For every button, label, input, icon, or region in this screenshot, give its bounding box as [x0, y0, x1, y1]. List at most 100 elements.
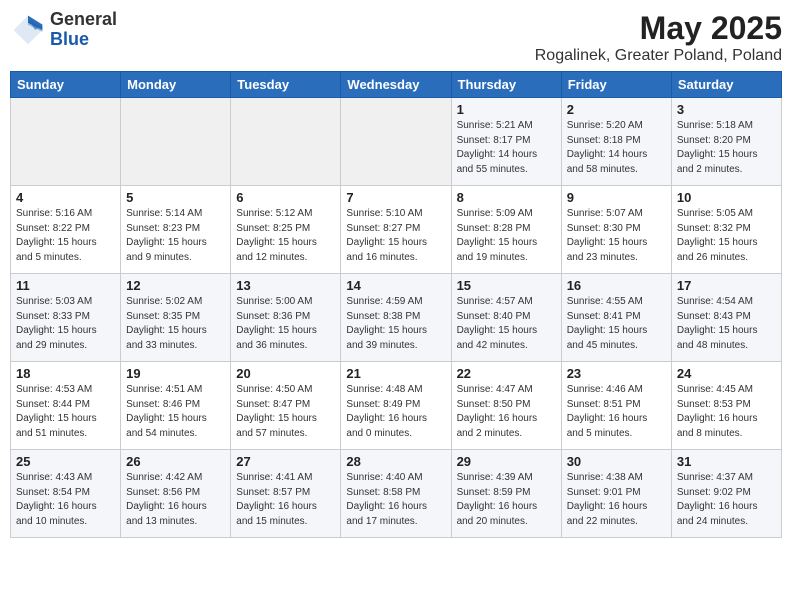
day-number: 21: [346, 366, 445, 381]
day-info: Sunrise: 4:43 AM Sunset: 8:54 PM Dayligh…: [16, 471, 115, 529]
table-row: 11Sunrise: 5:03 AM Sunset: 8:33 PM Dayli…: [11, 274, 121, 362]
col-friday: Friday: [561, 72, 671, 98]
table-row: 25 Sunrise: 4:43 AM Sunset: 8:54 PM Dayli…: [11, 450, 121, 538]
day-info: Sunrise: 4:46 AM Sunset: 8:51 PM Dayligh…: [567, 383, 666, 441]
day-number: 25: [16, 454, 115, 469]
table-row: 18 Sunrise: 4:53 AM Sunset: 8:44 PM Dayli…: [11, 362, 121, 450]
day-info: Sunrise: 4:47 AM Sunset: 8:50 PM Dayligh…: [457, 383, 556, 441]
col-sunday: Sunday: [11, 72, 121, 98]
table-row: 4Sunrise: 5:16 AM Sunset: 8:22 PM Daylig…: [11, 186, 121, 274]
day-info: Sunrise: 5:12 AM Sunset: 8:25 PM Dayligh…: [236, 207, 335, 265]
day-number: 27: [236, 454, 335, 469]
logo-blue: Blue: [50, 30, 117, 50]
day-info: Sunrise: 4:45 AM Sunset: 8:53 PM Dayligh…: [677, 383, 776, 441]
day-info: Sunrise: 4:38 AM Sunset: 9:01 PM Dayligh…: [567, 471, 666, 529]
table-row: 19Sunrise: 4:51 AM Sunset: 8:46 PM Dayli…: [121, 362, 231, 450]
day-info: Sunrise: 4:48 AM Sunset: 8:49 PM Dayligh…: [346, 383, 445, 441]
table-row: 30 Sunrise: 4:38 AM Sunset: 9:01 PM Dayli…: [561, 450, 671, 538]
day-info: Sunrise: 5:16 AM Sunset: 8:22 PM Dayligh…: [16, 207, 115, 265]
day-info: Sunrise: 5:00 AM Sunset: 8:36 PM Dayligh…: [236, 295, 335, 353]
day-info: Sunrise: 5:21 AM Sunset: 8:17 PM Dayligh…: [457, 119, 556, 177]
table-row: 17 Sunrise: 4:54 AM Sunset: 8:43 PM Dayli…: [671, 274, 781, 362]
table-row: 28 Sunrise: 4:40 AM Sunset: 8:58 PM Dayli…: [341, 450, 451, 538]
day-number: 29: [457, 454, 556, 469]
month-year: May 2025: [535, 10, 782, 47]
day-number: 24: [677, 366, 776, 381]
table-row: 26 Sunrise: 4:42 AM Sunset: 8:56 PM Dayli…: [121, 450, 231, 538]
logo-icon: [10, 12, 46, 48]
table-row: 10Sunrise: 5:05 AM Sunset: 8:32 PM Dayli…: [671, 186, 781, 274]
day-info: Sunrise: 4:42 AM Sunset: 8:56 PM Dayligh…: [126, 471, 225, 529]
table-row: 3 Sunrise: 5:18 AM Sunset: 8:20 PM Daylig…: [671, 98, 781, 186]
day-number: 15: [457, 278, 556, 293]
day-info: Sunrise: 4:53 AM Sunset: 8:44 PM Dayligh…: [16, 383, 115, 441]
table-row: 22 Sunrise: 4:47 AM Sunset: 8:50 PM Dayli…: [451, 362, 561, 450]
day-info: Sunrise: 5:07 AM Sunset: 8:30 PM Dayligh…: [567, 207, 666, 265]
day-number: 17: [677, 278, 776, 293]
table-row: 8 Sunrise: 5:09 AM Sunset: 8:28 PM Daylig…: [451, 186, 561, 274]
location: Rogalinek, Greater Poland, Poland: [535, 47, 782, 65]
col-tuesday: Tuesday: [231, 72, 341, 98]
col-thursday: Thursday: [451, 72, 561, 98]
day-number: 13: [236, 278, 335, 293]
table-row: 6 Sunrise: 5:12 AM Sunset: 8:25 PM Daylig…: [231, 186, 341, 274]
day-info: Sunrise: 4:40 AM Sunset: 8:58 PM Dayligh…: [346, 471, 445, 529]
table-row: [11, 98, 121, 186]
day-info: Sunrise: 4:50 AM Sunset: 8:47 PM Dayligh…: [236, 383, 335, 441]
day-info: Sunrise: 4:59 AM Sunset: 8:38 PM Dayligh…: [346, 295, 445, 353]
day-number: 30: [567, 454, 666, 469]
day-number: 22: [457, 366, 556, 381]
table-row: 1 Sunrise: 5:21 AM Sunset: 8:17 PM Daylig…: [451, 98, 561, 186]
day-info: Sunrise: 4:57 AM Sunset: 8:40 PM Dayligh…: [457, 295, 556, 353]
table-row: 7 Sunrise: 5:10 AM Sunset: 8:27 PM Daylig…: [341, 186, 451, 274]
week-row-2: 4Sunrise: 5:16 AM Sunset: 8:22 PM Daylig…: [11, 186, 782, 274]
day-info: Sunrise: 4:37 AM Sunset: 9:02 PM Dayligh…: [677, 471, 776, 529]
table-row: 12 Sunrise: 5:02 AM Sunset: 8:35 PM Dayli…: [121, 274, 231, 362]
table-row: 16 Sunrise: 4:55 AM Sunset: 8:41 PM Dayli…: [561, 274, 671, 362]
table-row: 14 Sunrise: 4:59 AM Sunset: 8:38 PM Dayli…: [341, 274, 451, 362]
table-row: 24 Sunrise: 4:45 AM Sunset: 8:53 PM Dayli…: [671, 362, 781, 450]
day-number: 12: [126, 278, 225, 293]
day-info: Sunrise: 5:09 AM Sunset: 8:28 PM Dayligh…: [457, 207, 556, 265]
day-number: 8: [457, 190, 556, 205]
day-number: 6: [236, 190, 335, 205]
day-info: Sunrise: 5:05 AM Sunset: 8:32 PM Dayligh…: [677, 207, 776, 265]
day-number: 31: [677, 454, 776, 469]
day-number: 5: [126, 190, 225, 205]
day-info: Sunrise: 5:18 AM Sunset: 8:20 PM Dayligh…: [677, 119, 776, 177]
col-monday: Monday: [121, 72, 231, 98]
table-row: 13 Sunrise: 5:00 AM Sunset: 8:36 PM Dayli…: [231, 274, 341, 362]
day-info: Sunrise: 4:54 AM Sunset: 8:43 PM Dayligh…: [677, 295, 776, 353]
table-row: [341, 98, 451, 186]
day-info: Sunrise: 4:55 AM Sunset: 8:41 PM Dayligh…: [567, 295, 666, 353]
day-info: Sunrise: 5:02 AM Sunset: 8:35 PM Dayligh…: [126, 295, 225, 353]
table-row: 27 Sunrise: 4:41 AM Sunset: 8:57 PM Dayli…: [231, 450, 341, 538]
table-row: 29 Sunrise: 4:39 AM Sunset: 8:59 PM Dayli…: [451, 450, 561, 538]
logo: General Blue: [10, 10, 117, 50]
table-row: 31 Sunrise: 4:37 AM Sunset: 9:02 PM Dayli…: [671, 450, 781, 538]
day-number: 23: [567, 366, 666, 381]
day-number: 19: [126, 366, 225, 381]
day-info: Sunrise: 4:39 AM Sunset: 8:59 PM Dayligh…: [457, 471, 556, 529]
day-number: 3: [677, 102, 776, 117]
table-row: [231, 98, 341, 186]
day-number: 18: [16, 366, 115, 381]
day-number: 28: [346, 454, 445, 469]
day-number: 26: [126, 454, 225, 469]
day-number: 16: [567, 278, 666, 293]
day-number: 7: [346, 190, 445, 205]
col-saturday: Saturday: [671, 72, 781, 98]
week-row-1: 1 Sunrise: 5:21 AM Sunset: 8:17 PM Daylig…: [11, 98, 782, 186]
table-row: 23 Sunrise: 4:46 AM Sunset: 8:51 PM Dayli…: [561, 362, 671, 450]
table-row: 20Sunrise: 4:50 AM Sunset: 8:47 PM Dayli…: [231, 362, 341, 450]
table-row: [121, 98, 231, 186]
day-info: Sunrise: 5:10 AM Sunset: 8:27 PM Dayligh…: [346, 207, 445, 265]
day-number: 9: [567, 190, 666, 205]
day-number: 1: [457, 102, 556, 117]
week-row-4: 18 Sunrise: 4:53 AM Sunset: 8:44 PM Dayli…: [11, 362, 782, 450]
week-row-5: 25 Sunrise: 4:43 AM Sunset: 8:54 PM Dayli…: [11, 450, 782, 538]
table-row: 15 Sunrise: 4:57 AM Sunset: 8:40 PM Dayli…: [451, 274, 561, 362]
day-number: 14: [346, 278, 445, 293]
day-info: Sunrise: 4:41 AM Sunset: 8:57 PM Dayligh…: [236, 471, 335, 529]
calendar-header-row: Sunday Monday Tuesday Wednesday Thursday…: [11, 72, 782, 98]
